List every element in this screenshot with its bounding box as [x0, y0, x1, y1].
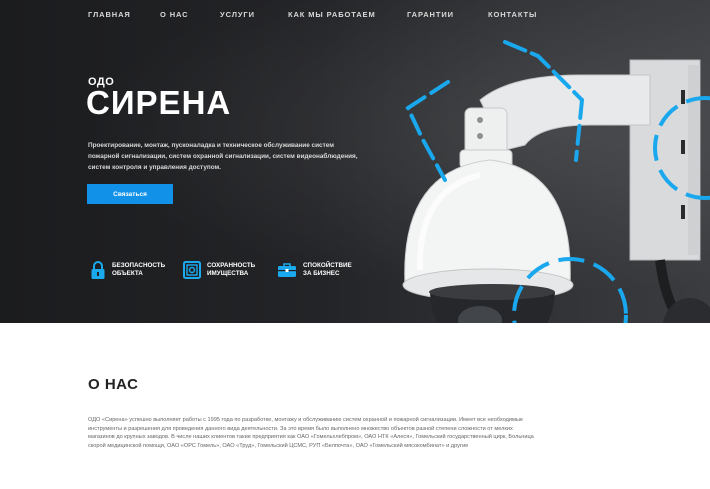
feature-label-line1: СОХРАННОСТЬ [207, 262, 256, 269]
company-name: СИРЕНА [86, 84, 232, 121]
nav-item-contacts[interactable]: КОНТАКТЫ [488, 10, 537, 19]
feature-label-line2: ОБЪЕКТА [112, 270, 143, 277]
nav-item-home[interactable]: ГЛАВНАЯ [88, 10, 131, 19]
safe-icon [183, 261, 201, 279]
feature-label-line1: СПОКОЙСТВИЕ [303, 262, 352, 269]
nav-item-about[interactable]: О НАС [160, 10, 188, 19]
about-title: О НАС [88, 376, 139, 393]
lock-icon [91, 261, 105, 279]
nav-item-how-we-work[interactable]: КАК МЫ РАБОТАЕМ [288, 10, 376, 19]
feature-label-line2: ЗА БИЗНЕС [303, 270, 340, 277]
feature-label-line1: БЕЗОПАСНОСТЬ [112, 262, 166, 269]
contact-button[interactable]: Связаться [87, 184, 173, 204]
feature-business-peace: СПОКОЙСТВИЕ ЗА БИЗНЕС [277, 259, 352, 281]
nav-item-services[interactable]: УСЛУГИ [220, 10, 255, 19]
about-text: ОДО «Сирена» успешно выполняет работы с … [88, 417, 534, 449]
feature-property-safety: СОХРАННОСТЬ ИМУЩЕСТВА [183, 259, 255, 281]
feature-object-safety: БЕЗОПАСНОСТЬ ОБЪЕКТА [90, 259, 165, 281]
camera-illustration [402, 40, 710, 323]
feature-label-line2: ИМУЩЕСТВА [207, 270, 249, 277]
top-navigation: ГЛАВНАЯ О НАС УСЛУГИ КАК МЫ РАБОТАЕМ ГАР… [0, 10, 710, 24]
nav-item-guarantees[interactable]: ГАРАНТИИ [407, 10, 454, 19]
hero-section: ГЛАВНАЯ О НАС УСЛУГИ КАК МЫ РАБОТАЕМ ГАР… [0, 0, 710, 323]
briefcase-icon [278, 263, 296, 277]
hero-description: Проектирование, монтаж, пусконаладка и т… [88, 142, 358, 172]
